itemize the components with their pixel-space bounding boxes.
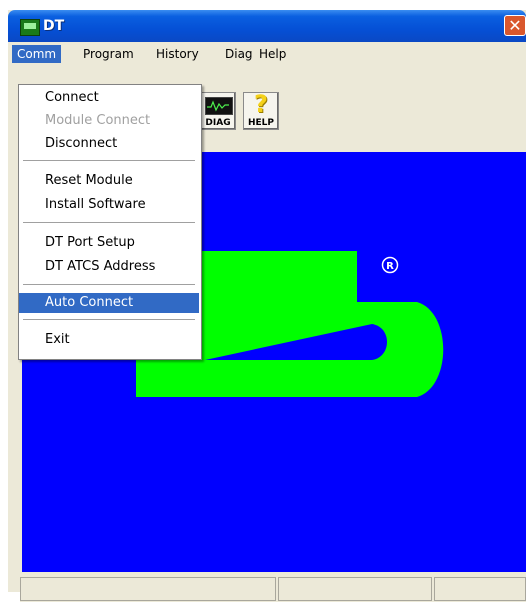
comm-dropdown-menu: Connect Module Connect Disconnect Reset … <box>18 84 202 360</box>
registered-trademark-icon: R <box>381 256 399 274</box>
status-bar <box>20 574 526 602</box>
diag-monitor-icon <box>205 97 233 115</box>
menu-help[interactable]: Help <box>254 45 291 63</box>
menu-item-module-connect: Module Connect <box>45 113 151 128</box>
svg-text:R: R <box>386 261 394 272</box>
menu-item-dt-atcs-address[interactable]: DT ATCS Address <box>19 257 199 277</box>
help-button[interactable]: ? HELP <box>243 90 279 130</box>
menu-item-reset-module[interactable]: Reset Module <box>19 171 199 191</box>
window-title: DT <box>43 18 65 34</box>
menu-separator <box>23 222 195 224</box>
diag-label: DIAG <box>205 118 231 128</box>
menu-separator <box>23 319 195 321</box>
close-button[interactable]: ✕ <box>504 15 526 36</box>
menu-item-disconnect[interactable]: Disconnect <box>19 134 199 154</box>
menu-separator <box>23 284 195 286</box>
menu-separator <box>23 160 195 162</box>
app-icon <box>20 19 40 36</box>
title-bar[interactable]: DT ✕ <box>8 10 526 42</box>
menu-item-exit[interactable]: Exit <box>19 330 199 350</box>
menu-item-connect[interactable]: Connect <box>19 88 199 108</box>
menu-bar: Comm Program History Diag Help <box>8 42 526 64</box>
menu-item-dt-port-setup[interactable]: DT Port Setup <box>19 233 199 253</box>
status-pane-1 <box>20 577 276 601</box>
menu-comm[interactable]: Comm <box>12 45 62 63</box>
menu-item-auto-connect[interactable]: Auto Connect <box>19 293 199 313</box>
menu-item-install-software[interactable]: Install Software <box>19 195 199 215</box>
diag-button[interactable]: DIAG <box>200 92 236 130</box>
status-pane-2 <box>278 577 432 601</box>
help-label: HELP <box>247 118 274 128</box>
close-icon: ✕ <box>508 16 522 35</box>
menu-diag[interactable]: Diag <box>220 45 258 63</box>
status-pane-3 <box>434 577 526 601</box>
menu-history[interactable]: History <box>151 45 204 63</box>
question-mark-icon: ? <box>254 90 268 118</box>
menu-program[interactable]: Program <box>78 45 139 63</box>
